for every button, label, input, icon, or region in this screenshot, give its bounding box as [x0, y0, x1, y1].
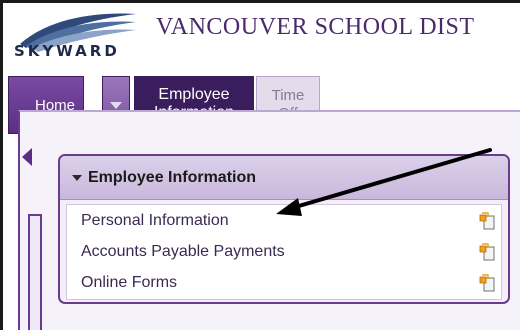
menu-item-label: Online Forms [81, 274, 178, 291]
panel-header[interactable]: Employee Information [60, 156, 508, 200]
nav-employee-label-line1: Employee [158, 86, 230, 103]
pin-icon[interactable] [479, 212, 495, 230]
menu-item-accounts-payable-payments[interactable]: Accounts Payable Payments [67, 236, 501, 267]
side-panel-edge [28, 214, 42, 330]
nav-time-label-line1: Time [271, 87, 305, 104]
organization-title: VANCOUVER SCHOOL DIST [156, 14, 475, 40]
chevron-down-icon [110, 101, 122, 109]
panel-body: Personal Information Accounts Payable Pa… [66, 204, 502, 300]
employee-information-panel: Employee Information Personal Informatio… [58, 154, 510, 304]
panel-title: Employee Information [88, 168, 257, 186]
caret-down-icon [72, 174, 82, 181]
menu-item-label: Personal Information [81, 212, 229, 229]
pin-icon[interactable] [479, 274, 495, 292]
pin-icon[interactable] [479, 243, 495, 261]
menu-item-personal-information[interactable]: Personal Information [67, 205, 501, 236]
logo-wordmark: SKYWARD [14, 42, 120, 60]
menu-item-label: Accounts Payable Payments [81, 243, 285, 260]
collapse-left-icon[interactable] [22, 148, 32, 166]
menu-item-online-forms[interactable]: Online Forms [67, 267, 501, 298]
